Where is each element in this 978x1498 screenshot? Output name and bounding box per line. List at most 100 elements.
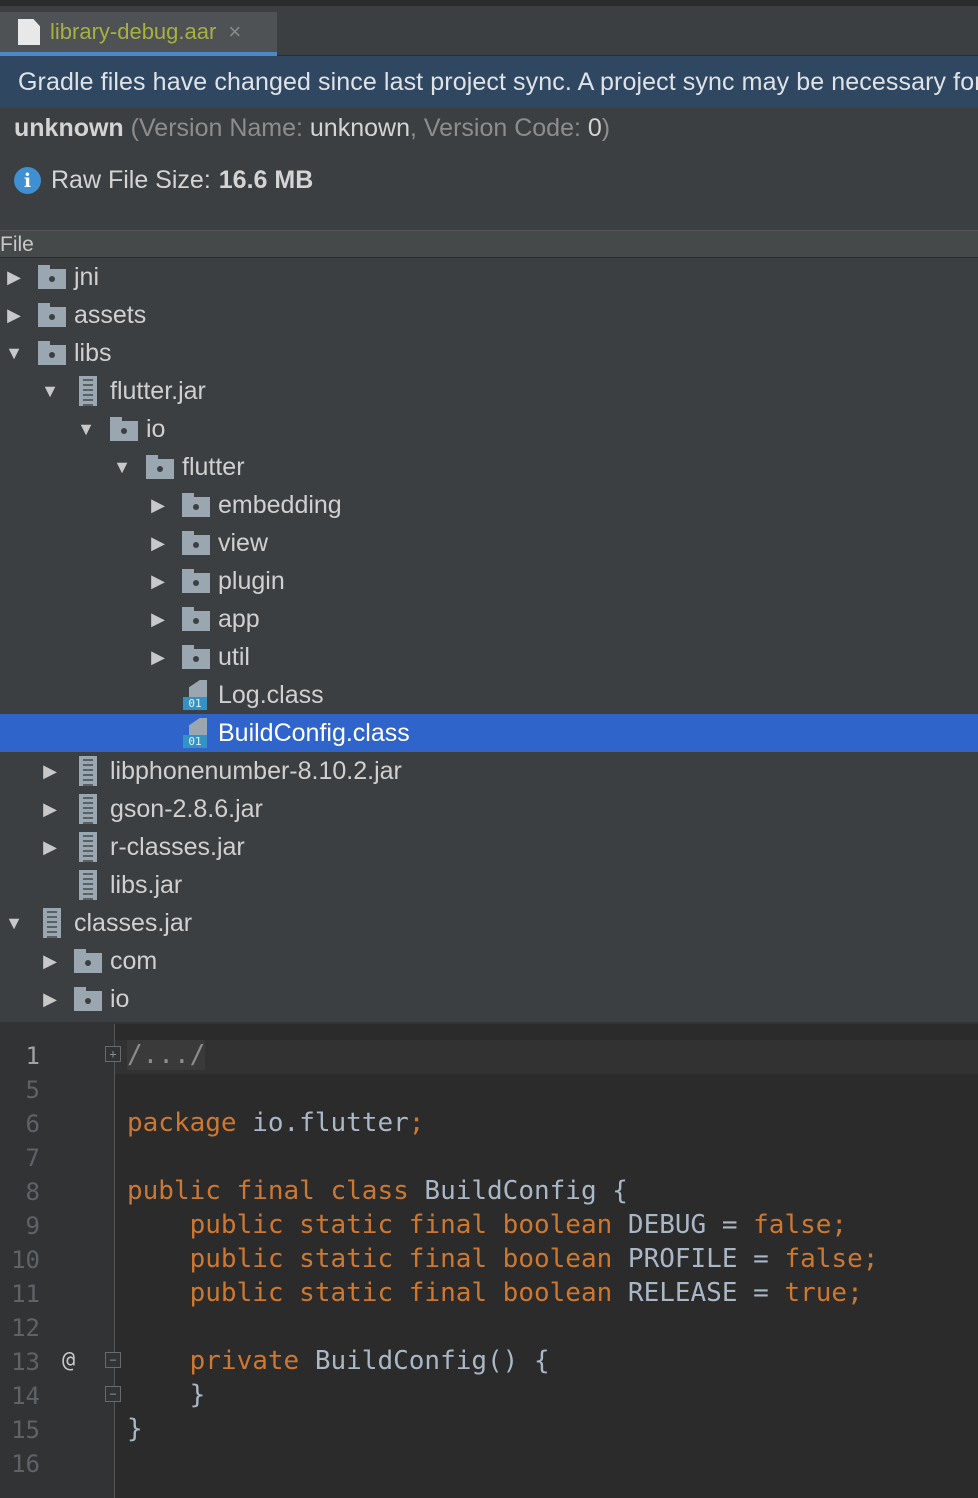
jar-icon: [74, 832, 102, 862]
class-modifiers: public final class: [127, 1176, 409, 1206]
field-modifiers: public static final boolean: [127, 1278, 613, 1308]
field-profile: PROFILE =: [612, 1244, 785, 1274]
raw-file-size-label: Raw File Size:: [51, 166, 211, 194]
chevron-down-icon[interactable]: ▼: [110, 448, 134, 486]
tree-row[interactable]: ▼ libs: [0, 334, 978, 372]
semicolon: ;: [408, 1108, 425, 1138]
class-file-icon: 01: [182, 718, 210, 748]
class-name: BuildConfig {: [408, 1176, 628, 1206]
collapse-fold-end-icon[interactable]: −: [105, 1386, 121, 1402]
line-number: 16: [11, 1450, 40, 1478]
folder-icon: [38, 301, 66, 329]
expand-fold-icon[interactable]: +: [105, 1046, 121, 1062]
chevron-right-icon[interactable]: ▶: [38, 942, 62, 980]
tree-row[interactable]: ▶ view: [0, 524, 978, 562]
tab-label: library-debug.aar: [50, 19, 217, 44]
tree-row-label: util: [218, 642, 250, 671]
field-release-value: true;: [784, 1278, 863, 1308]
tree-row-label: plugin: [218, 566, 285, 595]
tree-row[interactable]: ▶ util: [0, 638, 978, 676]
tree-row[interactable]: ▶ libphonenumber-8.10.2.jar: [0, 752, 978, 790]
tree-row[interactable]: ▼ flutter: [0, 448, 978, 486]
field-modifiers: public static final boolean: [127, 1244, 613, 1274]
line-number: 15: [11, 1416, 40, 1444]
line-number: 7: [25, 1144, 40, 1172]
chevron-right-icon[interactable]: ▶: [38, 790, 62, 828]
tree-row[interactable]: ▶ plugin: [0, 562, 978, 600]
tab-library-debug-aar[interactable]: library-debug.aar ×: [0, 12, 277, 56]
tree-row[interactable]: ▶ com: [0, 942, 978, 980]
override-marker-icon[interactable]: @: [62, 1348, 75, 1373]
tree-row-label: r-classes.jar: [110, 832, 245, 861]
line-number: 5: [25, 1076, 40, 1104]
tree-row-label: embedding: [218, 490, 342, 519]
tree-row[interactable]: ▼ io: [0, 410, 978, 448]
app-version-info: unknown (Version Name: unknown, Version …: [14, 114, 610, 143]
tree-row[interactable]: ▶ app: [0, 600, 978, 638]
chevron-right-icon[interactable]: ▶: [146, 524, 170, 562]
tree-column-header[interactable]: File: [0, 230, 978, 258]
version-name-label: (Version Name:: [123, 114, 310, 142]
tree-row-label: libs.jar: [110, 870, 183, 899]
chevron-down-icon[interactable]: ▼: [74, 410, 98, 448]
constructor-modifier: private: [127, 1346, 300, 1376]
constructor-close: }: [127, 1380, 206, 1410]
tree-row[interactable]: 01 BuildConfig.class: [0, 714, 978, 752]
folder-icon: [182, 643, 210, 671]
folder-icon: [182, 491, 210, 519]
folder-icon: [182, 529, 210, 557]
tree-row[interactable]: 01 Log.class: [0, 676, 978, 714]
chevron-right-icon[interactable]: ▶: [146, 562, 170, 600]
code-line-1: /.../: [127, 1040, 206, 1070]
folded-header[interactable]: /.../: [127, 1040, 206, 1070]
tree-row[interactable]: ▶ io: [0, 980, 978, 1018]
jar-icon: [74, 376, 102, 406]
chevron-right-icon[interactable]: ▶: [146, 638, 170, 676]
chevron-right-icon[interactable]: ▶: [2, 296, 26, 334]
tree-row[interactable]: ▶ assets: [0, 296, 978, 334]
code-line-9: public static final boolean DEBUG = fals…: [127, 1210, 847, 1240]
tree-row-label: flutter: [182, 452, 245, 481]
close-icon[interactable]: ×: [228, 19, 241, 45]
tree-row[interactable]: ▶ r-classes.jar: [0, 828, 978, 866]
application-id: unknown: [14, 114, 124, 142]
line-number: 13: [11, 1348, 40, 1376]
chevron-right-icon[interactable]: ▶: [38, 828, 62, 866]
tree-row-label: libphonenumber-8.10.2.jar: [110, 756, 402, 785]
chevron-right-icon[interactable]: ▶: [146, 486, 170, 524]
editor-tab-bar: library-debug.aar ×: [0, 0, 978, 56]
line-number: 12: [11, 1314, 40, 1342]
tree-row-label: BuildConfig.class: [218, 718, 410, 747]
tree-row[interactable]: ▼ classes.jar: [0, 904, 978, 942]
tree-row-label: app: [218, 604, 260, 633]
folder-icon: [38, 339, 66, 367]
info-icon: i: [14, 167, 41, 194]
tree-row[interactable]: libs.jar: [0, 866, 978, 904]
tree-row[interactable]: ▶ embedding: [0, 486, 978, 524]
no-arrow: [146, 714, 170, 752]
folder-icon: [38, 263, 66, 291]
folded-region-highlight: [115, 1040, 978, 1074]
raw-file-size-row: i Raw File Size: 16.6 MB: [14, 166, 313, 195]
line-number: 11: [11, 1280, 40, 1308]
constructor-name: BuildConfig() {: [299, 1346, 550, 1376]
tree-row-label: flutter.jar: [110, 376, 206, 405]
folder-icon: [182, 605, 210, 633]
chevron-down-icon[interactable]: ▼: [2, 334, 26, 372]
raw-file-size-value: 16.6 MB: [218, 166, 314, 194]
tree-row[interactable]: ▼ flutter.jar: [0, 372, 978, 410]
chevron-right-icon[interactable]: ▶: [2, 258, 26, 296]
chevron-right-icon[interactable]: ▶: [38, 752, 62, 790]
banner-text: Gradle files have changed since last pro…: [18, 67, 978, 96]
tree-row[interactable]: ▶ jni: [0, 258, 978, 296]
collapse-fold-icon[interactable]: −: [105, 1352, 121, 1368]
tree-row-label: gson-2.8.6.jar: [110, 794, 263, 823]
chevron-down-icon[interactable]: ▼: [2, 904, 26, 942]
chevron-right-icon[interactable]: ▶: [146, 600, 170, 638]
line-number: 8: [25, 1178, 40, 1206]
chevron-down-icon[interactable]: ▼: [38, 372, 62, 410]
tree-row[interactable]: ▶ gson-2.8.6.jar: [0, 790, 978, 828]
chevron-right-icon[interactable]: ▶: [38, 980, 62, 1018]
folder-icon: [74, 985, 102, 1013]
code-editor[interactable]: 1 5 6 7 8 9 10 11 12 13 14 15 16 + − − @ /.../ packa…: [0, 1022, 978, 1498]
